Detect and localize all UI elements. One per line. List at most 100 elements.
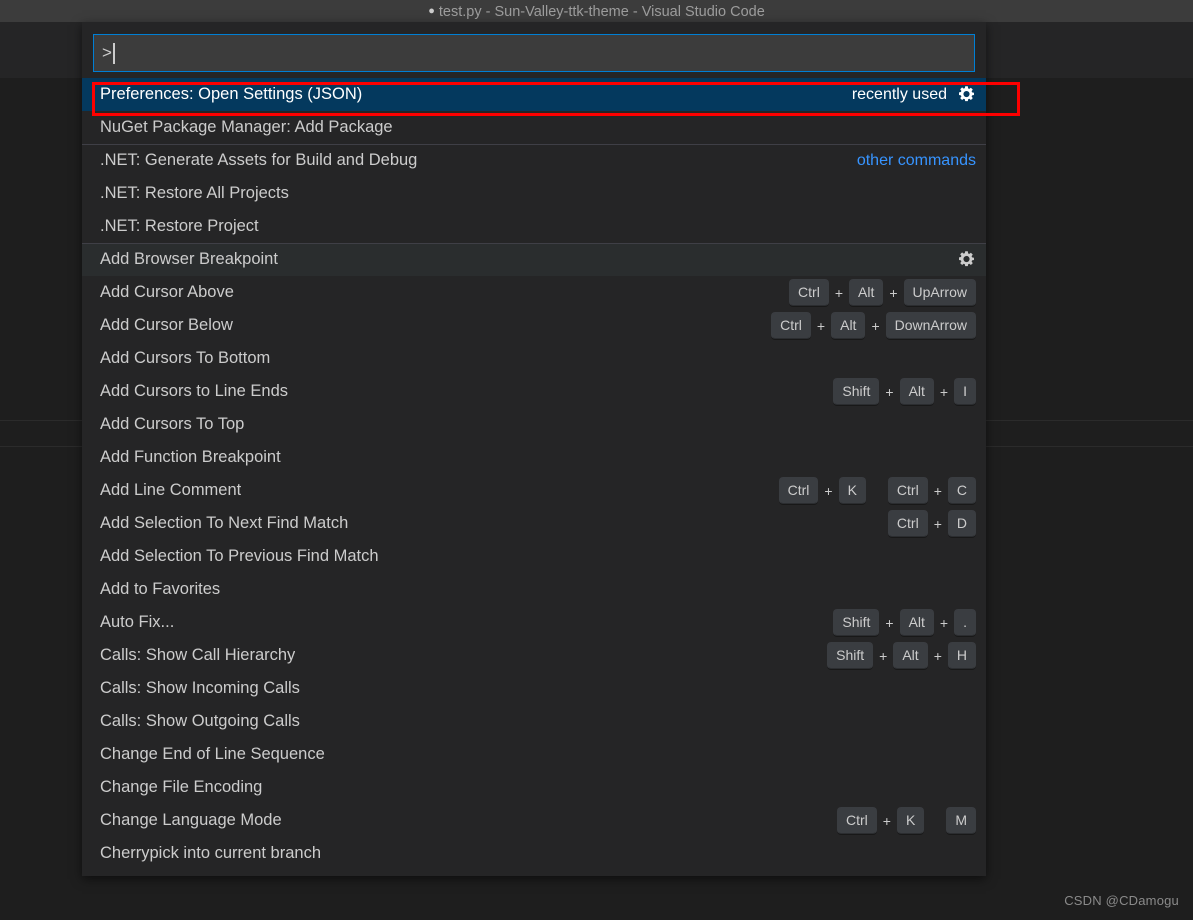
keybinding-separator: + (879, 647, 888, 664)
command-list-item[interactable]: Add Function Breakpoint (82, 441, 986, 474)
command-label: Change File Encoding (100, 778, 263, 796)
command-row-right: Ctrl + K M (837, 807, 976, 834)
command-palette: > Preferences: Open Settings (JSON) recen… (82, 22, 986, 876)
command-list[interactable]: Preferences: Open Settings (JSON) recentl… (82, 78, 986, 876)
command-label: Change Language Mode (100, 811, 282, 829)
keybinding-key: Alt (849, 279, 884, 306)
command-row-right: Shift + Alt + I (833, 378, 976, 405)
command-list-item[interactable]: Add Browser Breakpoint (82, 243, 986, 276)
keybinding-key: Ctrl (771, 312, 811, 339)
keybinding-key: Shift (833, 378, 880, 405)
search-input[interactable]: > (102, 43, 112, 63)
command-label: Add Cursors To Top (100, 415, 245, 433)
gear-icon[interactable] (957, 85, 976, 104)
keybinding-key: I (954, 378, 976, 405)
command-label: .NET: Generate Assets for Build and Debu… (100, 151, 418, 169)
command-list-item[interactable]: Preferences: Open Settings (JSON) recentl… (82, 78, 986, 111)
keybinding: Ctrl + K M (837, 807, 976, 834)
keybinding: Shift + Alt +. (833, 609, 976, 636)
watermark: CSDN @CDamogu (1064, 893, 1179, 908)
keybinding-key: K (838, 477, 866, 504)
command-list-item[interactable]: Add Line Comment Ctrl + K Ctrl + C (82, 474, 986, 507)
command-label: Preferences: Open Settings (JSON) (100, 85, 363, 103)
keybinding-separator: + (871, 317, 880, 334)
keybinding-separator: + (885, 614, 894, 631)
command-label: Add Selection To Previous Find Match (100, 547, 379, 565)
keybinding-key: Alt (899, 378, 934, 405)
command-label: Add Selection To Next Find Match (100, 514, 349, 532)
command-list-item[interactable]: Calls: Show Incoming Calls (82, 672, 986, 705)
keybinding-key: DownArrow (885, 312, 976, 339)
command-list-item[interactable]: Add to Favorites (82, 573, 986, 606)
command-list-item[interactable]: Add Selection To Next Find Match Ctrl + D (82, 507, 986, 540)
command-label: NuGet Package Manager: Add Package (100, 118, 393, 136)
command-label: Add Line Comment (100, 481, 242, 499)
command-list-item[interactable]: Calls: Show Call Hierarchy Shift + Alt + H (82, 639, 986, 672)
command-list-item[interactable]: Cherrypick into current branch (82, 837, 986, 870)
keybinding: Ctrl + Alt + DownArrow (771, 312, 976, 339)
keybinding: Ctrl + Alt + UpArrow (789, 279, 976, 306)
command-list-item[interactable]: .NET: Restore All Projects (82, 177, 986, 210)
keybinding-separator: + (882, 812, 891, 829)
keybinding-separator: + (933, 647, 942, 664)
command-label: .NET: Restore All Projects (100, 184, 289, 202)
keybinding-key: Alt (893, 642, 928, 669)
command-row-right (957, 250, 976, 269)
keybinding-key: . (954, 609, 976, 636)
keybinding-key: Alt (899, 609, 934, 636)
keybinding-key: Shift (827, 642, 874, 669)
command-label: Cherrypick into current branch (100, 844, 322, 862)
command-list-item[interactable]: .NET: Generate Assets for Build and Debu… (82, 144, 986, 177)
keybinding-key: H (947, 642, 976, 669)
command-palette-input-box[interactable]: > (93, 34, 975, 72)
command-label: .NET: Restore Project (100, 217, 259, 235)
command-list-item[interactable]: Add Cursors To Top (82, 408, 986, 441)
keybinding-key: UpArrow (903, 279, 976, 306)
command-list-item[interactable]: Auto Fix... Shift + Alt +. (82, 606, 986, 639)
command-row-right: other commands (857, 152, 976, 170)
window-title: test.py - Sun-Valley-ttk-theme - Visual … (438, 4, 765, 20)
command-list-item[interactable]: Calls: Show Outgoing Calls (82, 705, 986, 738)
command-label: Add Cursors to Line Ends (100, 382, 289, 400)
command-row-right: Ctrl + K Ctrl + C (778, 477, 976, 504)
command-list-item[interactable]: Add Cursors to Line Ends Shift + Alt + I (82, 375, 986, 408)
keybinding-key: Ctrl (887, 510, 928, 537)
command-label: Calls: Show Outgoing Calls (100, 712, 300, 730)
command-list-item[interactable]: Change End of Line Sequence (82, 738, 986, 771)
keybinding-separator: + (816, 317, 826, 334)
command-list-item[interactable]: Change File Encoding (82, 771, 986, 804)
keybinding-separator: + (939, 614, 949, 631)
command-group-label: other commands (856, 151, 976, 169)
command-label: Add Cursor Below (100, 316, 233, 334)
command-list-item[interactable]: Add Cursors To Bottom (82, 342, 986, 375)
command-label: Change End of Line Sequence (100, 745, 325, 763)
keybinding: Ctrl + K Ctrl + C (778, 477, 976, 504)
keybinding-key: Ctrl (887, 477, 928, 504)
keybinding-separator: + (824, 482, 833, 499)
keybinding-key: K (896, 807, 925, 834)
keybinding-separator: + (834, 284, 843, 301)
keybinding: Ctrl + D (887, 510, 976, 537)
command-label: Calls: Show Incoming Calls (100, 679, 300, 697)
command-row-right: Shift + Alt +. (833, 609, 976, 636)
command-label: Add Function Breakpoint (100, 448, 281, 466)
command-list-item[interactable]: NuGet Package Manager: Add Package (82, 111, 986, 144)
command-list-item[interactable]: Add Selection To Previous Find Match (82, 540, 986, 573)
command-row-right: recently used (852, 85, 976, 104)
keybinding-key: M (946, 807, 976, 834)
command-row-right: Ctrl + Alt + DownArrow (771, 312, 976, 339)
command-row-right: Shift + Alt + H (827, 642, 976, 669)
command-label: Add to Favorites (100, 580, 221, 598)
command-label: Add Cursor Above (100, 283, 234, 301)
command-list-item[interactable]: Change Language Mode Ctrl + K M (82, 804, 986, 837)
command-list-item[interactable]: .NET: Restore Project (82, 210, 986, 243)
keybinding-key: Shift (833, 609, 880, 636)
gear-icon[interactable] (957, 250, 976, 269)
text-caret (112, 42, 115, 64)
command-row-right: Ctrl + Alt + UpArrow (789, 279, 976, 306)
command-list-item[interactable]: Add Cursor Above Ctrl + Alt + UpArrow (82, 276, 986, 309)
command-list-item[interactable]: Add Cursor Below Ctrl + Alt + DownArrow (82, 309, 986, 342)
window-titlebar: ● test.py - Sun-Valley-ttk-theme - Visua… (0, 0, 1193, 22)
command-label: Add Browser Breakpoint (100, 250, 278, 268)
keybinding-separator: + (933, 515, 942, 532)
